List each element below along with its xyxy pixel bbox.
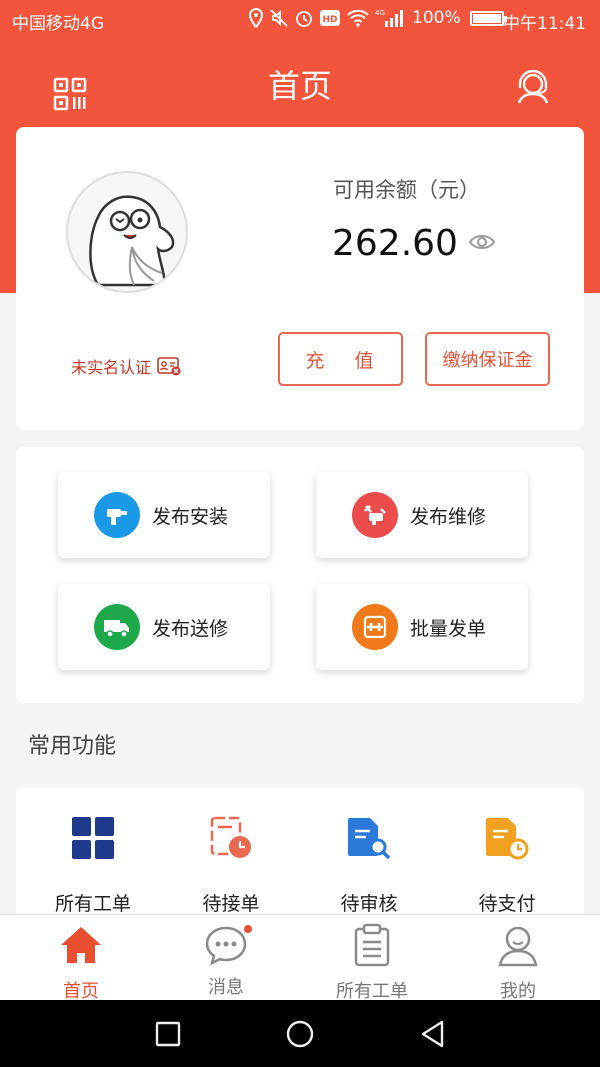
publish-repair-button[interactable]: 发布维修 — [316, 472, 528, 558]
avatar[interactable] — [66, 171, 188, 293]
common-functions-card: 所有工单 待接单 待审核 待支付 — [16, 787, 584, 927]
message-icon-wrap — [204, 923, 252, 967]
batch-add-icon — [352, 604, 398, 650]
tab-home[interactable]: 首页 — [11, 923, 151, 1003]
deposit-button[interactable]: 缴纳保证金 — [425, 332, 550, 386]
page-title: 首页 — [267, 67, 332, 105]
grid-icon — [72, 817, 114, 859]
balance-amount: 262.60 — [332, 223, 458, 264]
func-pending-review-label: 待审核 — [340, 893, 398, 915]
publish-delivery-button[interactable]: 发布送修 — [58, 584, 270, 670]
customer-service-icon[interactable] — [514, 68, 552, 106]
truck-icon — [94, 604, 140, 650]
search-doc-icon — [348, 818, 391, 860]
pay-doc-icon — [486, 818, 529, 860]
eye-icon[interactable] — [468, 231, 496, 253]
batch-order-button[interactable]: 批量发单 — [316, 584, 528, 670]
clock-doc-icon — [210, 816, 251, 858]
signal-icon: 4G — [375, 9, 403, 27]
drill-icon — [94, 492, 140, 538]
publish-install-label: 发布安装 — [152, 505, 229, 528]
verify-label: 未实名认证 — [71, 358, 152, 377]
network-badge: 4G — [375, 9, 385, 17]
status-bar: 中国移动4G HD 4G 100% 中午11:41 — [0, 0, 600, 40]
svg-text:HD: HD — [322, 15, 337, 25]
section-title-common: 常用功能 — [28, 734, 117, 759]
balance-label: 可用余额（元） — [333, 178, 480, 202]
mute-icon — [270, 9, 288, 27]
func-pending-payment-label: 待支付 — [478, 893, 536, 915]
func-pending-accept[interactable]: 待接单 — [166, 815, 296, 916]
home-icon — [61, 927, 101, 963]
repair-icon — [352, 492, 398, 538]
tab-messages[interactable]: 消息 — [156, 923, 296, 999]
home-button-icon[interactable] — [285, 1019, 315, 1049]
orders-icon — [354, 923, 390, 967]
status-icons: HD 4G 100% — [248, 8, 507, 28]
id-card-icon — [157, 357, 181, 376]
clock: 中午11:41 — [503, 14, 586, 34]
recent-apps-icon[interactable] — [153, 1019, 183, 1049]
batch-order-label: 批量发单 — [410, 617, 487, 640]
publish-card: 发布安装 发布维修 发布送修 批量发单 — [16, 447, 584, 703]
tab-profile[interactable]: 我的 — [448, 923, 588, 1003]
func-all-orders-label: 所有工单 — [54, 893, 131, 915]
back-icon[interactable] — [418, 1019, 448, 1049]
bottom-tab-bar: 首页 消息 所有工单 我的 — [0, 914, 600, 1003]
func-pending-payment[interactable]: 待支付 — [442, 815, 572, 916]
func-all-orders[interactable]: 所有工单 — [28, 815, 158, 916]
publish-repair-label: 发布维修 — [410, 505, 487, 528]
system-nav-bar — [0, 1000, 600, 1067]
app-header: 首页 — [0, 48, 600, 118]
alarm-icon — [296, 11, 312, 27]
unread-badge — [244, 925, 252, 933]
avatar-illustration — [89, 195, 175, 287]
verify-status[interactable]: 未实名认证 — [71, 354, 181, 378]
hd-icon: HD — [320, 10, 340, 26]
func-pending-accept-label: 待接单 — [202, 893, 260, 915]
tab-all-orders[interactable]: 所有工单 — [302, 923, 442, 1003]
message-icon — [205, 926, 247, 966]
tab-messages-label: 消息 — [208, 977, 244, 998]
battery-icon — [469, 10, 507, 26]
location-icon — [248, 8, 264, 28]
publish-delivery-label: 发布送修 — [152, 617, 229, 640]
profile-icon — [498, 926, 538, 967]
publish-install-button[interactable]: 发布安装 — [58, 472, 270, 558]
battery-percent: 100% — [412, 8, 461, 28]
balance-card: 可用余额（元） 262.60 未实名认证 充 值 缴纳保证金 — [16, 127, 584, 430]
recharge-button[interactable]: 充 值 — [278, 332, 403, 386]
wifi-icon — [347, 9, 369, 27]
func-pending-review[interactable]: 待审核 — [304, 815, 434, 916]
carrier-label: 中国移动4G — [12, 14, 104, 34]
